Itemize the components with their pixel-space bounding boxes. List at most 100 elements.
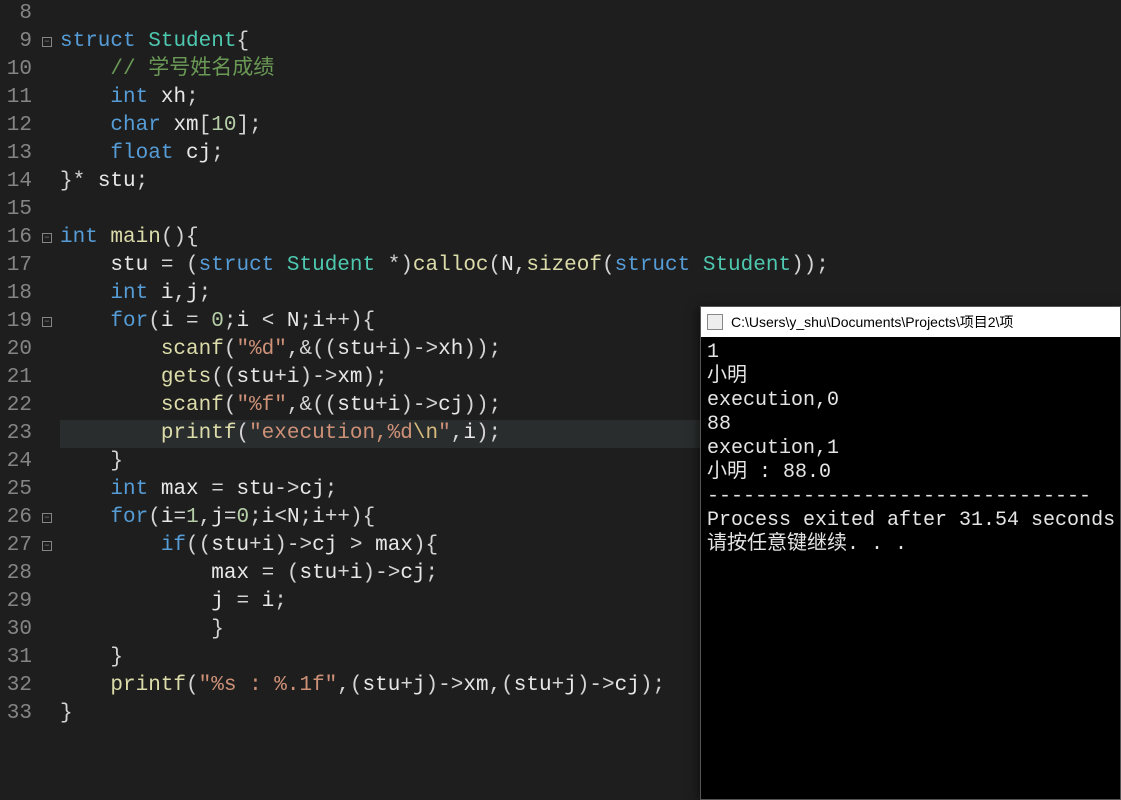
token: ,(	[337, 674, 362, 697]
fold-cell	[38, 280, 56, 308]
fold-cell[interactable]: −	[38, 532, 56, 560]
token: +	[552, 674, 565, 697]
token: ;	[274, 590, 287, 613]
token: )->	[400, 338, 438, 361]
token: );	[363, 366, 388, 389]
line-number: 21	[0, 364, 32, 392]
token: 10	[211, 114, 236, 137]
token: "%f"	[236, 394, 286, 417]
fold-cell	[38, 252, 56, 280]
token: xm	[173, 114, 198, 137]
token: main	[110, 226, 160, 249]
code-line[interactable]	[60, 196, 1121, 224]
line-number: 25	[0, 476, 32, 504]
token: ;	[426, 562, 439, 585]
line-number: 23	[0, 420, 32, 448]
code-line[interactable]: float cj;	[60, 140, 1121, 168]
token: = (	[148, 254, 198, 277]
token: stu	[98, 170, 136, 193]
fold-cell	[38, 140, 56, 168]
token: cj	[312, 534, 337, 557]
token: +	[249, 534, 262, 557]
fold-cell	[38, 560, 56, 588]
fold-toggle-icon[interactable]: −	[42, 233, 52, 243]
fold-cell[interactable]: −	[38, 504, 56, 532]
token: xm	[463, 674, 488, 697]
code-line[interactable]: char xm[10];	[60, 112, 1121, 140]
line-number: 14	[0, 168, 32, 196]
fold-column[interactable]: − − − − −	[38, 0, 56, 800]
token: (	[224, 394, 237, 417]
token: +	[375, 338, 388, 361]
token: N	[287, 310, 300, 333]
line-number: 26	[0, 504, 32, 532]
token: }	[60, 702, 73, 725]
code-line[interactable]: int main(){	[60, 224, 1121, 252]
token: j	[564, 674, 577, 697]
fold-toggle-icon[interactable]: −	[42, 37, 52, 47]
token: ,&((	[287, 338, 337, 361]
fold-cell	[38, 112, 56, 140]
token: struct	[199, 254, 275, 277]
code-line[interactable]: struct Student{	[60, 28, 1121, 56]
fold-cell	[38, 336, 56, 364]
fold-cell[interactable]: −	[38, 224, 56, 252]
token: = (	[249, 562, 299, 585]
token: printf	[110, 674, 186, 697]
token	[60, 142, 110, 165]
token	[274, 254, 287, 277]
token: // 学号姓名成绩	[110, 58, 274, 81]
token	[60, 254, 110, 277]
fold-cell	[38, 392, 56, 420]
token: N	[287, 506, 300, 529]
token: scanf	[161, 394, 224, 417]
token: =	[224, 506, 237, 529]
token: ;	[136, 170, 149, 193]
token: )->	[400, 394, 438, 417]
token: j	[211, 506, 224, 529]
token	[161, 114, 174, 137]
token	[60, 310, 110, 333]
token	[60, 506, 110, 529]
fold-cell	[38, 0, 56, 28]
fold-cell[interactable]: −	[38, 308, 56, 336]
line-number: 11	[0, 84, 32, 112]
code-line[interactable]: }* stu;	[60, 168, 1121, 196]
token: i	[388, 394, 401, 417]
code-line[interactable]: int xh;	[60, 84, 1121, 112]
line-number: 32	[0, 672, 32, 700]
fold-toggle-icon[interactable]: −	[42, 317, 52, 327]
token: ;	[199, 282, 212, 305]
token: [	[199, 114, 212, 137]
token: ;	[211, 142, 224, 165]
code-line[interactable]: int i,j;	[60, 280, 1121, 308]
token: i	[161, 310, 174, 333]
token: i	[262, 506, 275, 529]
fold-toggle-icon[interactable]: −	[42, 541, 52, 551]
line-number: 16	[0, 224, 32, 252]
token: ++){	[325, 506, 375, 529]
token: cj	[300, 478, 325, 501]
token: stu	[337, 338, 375, 361]
fold-toggle-icon[interactable]: −	[42, 513, 52, 523]
token: ){	[413, 534, 438, 557]
token: stu	[211, 534, 249, 557]
token: }	[60, 618, 224, 641]
fold-cell[interactable]: −	[38, 28, 56, 56]
token: ((	[186, 534, 211, 557]
code-line[interactable]: // 学号姓名成绩	[60, 56, 1121, 84]
token: stu	[363, 674, 401, 697]
token: )->	[300, 366, 338, 389]
code-line[interactable]: stu = (struct Student *)calloc(N,sizeof(…	[60, 252, 1121, 280]
token: )->	[426, 674, 464, 697]
console-titlebar[interactable]: C:\Users\y_shu\Documents\Projects\项目2\项	[701, 307, 1120, 337]
token: {	[236, 30, 249, 53]
token: i	[236, 310, 249, 333]
token: ));	[463, 338, 501, 361]
line-number: 18	[0, 280, 32, 308]
token: =	[199, 478, 237, 501]
token: +	[274, 366, 287, 389]
code-line[interactable]	[60, 0, 1121, 28]
console-window[interactable]: C:\Users\y_shu\Documents\Projects\项目2\项 …	[700, 306, 1121, 800]
token: j	[186, 282, 199, 305]
